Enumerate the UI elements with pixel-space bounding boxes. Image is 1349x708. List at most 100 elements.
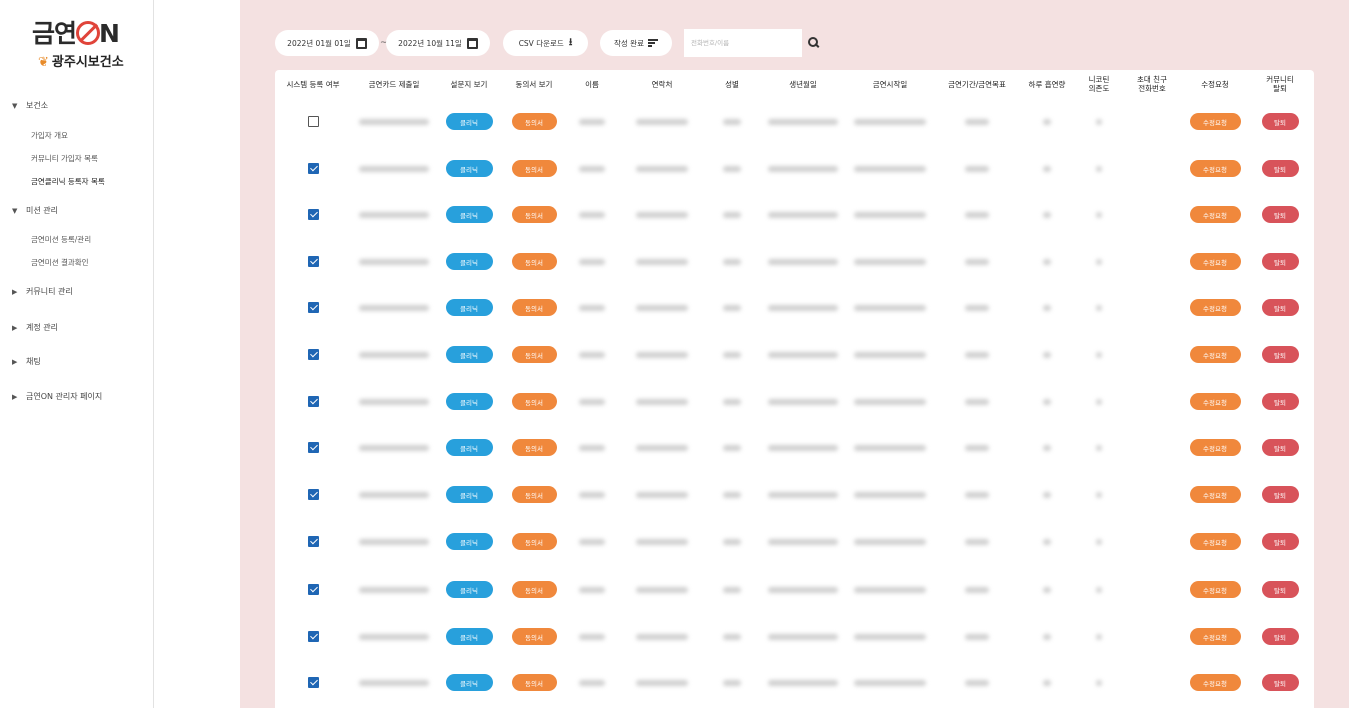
withdraw-button[interactable]: 탈퇴 <box>1261 581 1299 598</box>
consent-button[interactable]: 동의서 <box>511 346 557 363</box>
survey-button[interactable]: 클리닉 <box>445 113 493 130</box>
edit-request-button[interactable]: 수정요청 <box>1189 581 1241 598</box>
nav-section-chat[interactable]: ▶ 채팅 <box>12 356 41 367</box>
registered-checkbox[interactable] <box>307 209 319 220</box>
edit-request-button[interactable]: 수정요청 <box>1189 674 1241 691</box>
search-icon[interactable] <box>808 37 820 49</box>
withdraw-button[interactable]: 탈퇴 <box>1261 674 1299 691</box>
withdraw-cell: 탈퇴 <box>1250 659 1310 706</box>
withdraw-button[interactable]: 탈퇴 <box>1261 628 1299 645</box>
registered-checkbox[interactable] <box>307 396 319 407</box>
withdraw-button[interactable]: 탈퇴 <box>1261 346 1299 363</box>
withdraw-button[interactable]: 탈퇴 <box>1261 299 1299 316</box>
nav-section-health-center[interactable]: ▼ 보건소 <box>12 100 48 111</box>
redacted-value <box>723 679 741 686</box>
survey-button[interactable]: 클리닉 <box>445 581 493 598</box>
consent-button[interactable]: 동의서 <box>511 160 557 177</box>
survey-button[interactable]: 클리닉 <box>445 393 493 410</box>
registered-checkbox[interactable] <box>307 116 319 127</box>
consent-button[interactable]: 동의서 <box>511 206 557 223</box>
consent-cell: 동의서 <box>504 191 564 238</box>
edit-request-button[interactable]: 수정요청 <box>1189 113 1241 130</box>
sort-button[interactable]: 작성 완료 <box>600 30 672 56</box>
nav-item-member-overview[interactable]: 가입자 개요 <box>31 130 68 141</box>
survey-button[interactable]: 클리닉 <box>445 160 493 177</box>
withdraw-button[interactable]: 탈퇴 <box>1261 253 1299 270</box>
registered-checkbox[interactable] <box>307 256 319 267</box>
survey-button[interactable]: 클리닉 <box>445 299 493 316</box>
survey-cell: 클리닉 <box>439 613 499 660</box>
registered-checkbox[interactable] <box>307 536 319 547</box>
edit-request-button[interactable]: 수정요청 <box>1189 206 1241 223</box>
consent-button[interactable]: 동의서 <box>511 299 557 316</box>
edit-request-button[interactable]: 수정요청 <box>1189 393 1241 410</box>
contact-cell <box>633 613 691 660</box>
survey-button[interactable]: 클리닉 <box>445 346 493 363</box>
registered-checkbox[interactable] <box>307 442 319 453</box>
edit-request-button[interactable]: 수정요청 <box>1189 160 1241 177</box>
withdraw-button[interactable]: 탈퇴 <box>1261 160 1299 177</box>
logo-title: 금연 N <box>32 19 120 48</box>
card-submit-date-cell <box>356 424 432 471</box>
consent-button[interactable]: 동의서 <box>511 253 557 270</box>
consent-button[interactable]: 동의서 <box>511 439 557 456</box>
logo[interactable]: 금연 N ❦ 광주시보건소 <box>30 14 140 70</box>
redacted-value <box>636 304 688 311</box>
birthdate-cell <box>765 145 841 192</box>
consent-button[interactable]: 동의서 <box>511 113 557 130</box>
consent-button[interactable]: 동의서 <box>511 393 557 410</box>
consent-button[interactable]: 동의서 <box>511 533 557 550</box>
registered-checkbox[interactable] <box>307 349 319 360</box>
registered-checkbox[interactable] <box>307 163 319 174</box>
withdraw-button[interactable]: 탈퇴 <box>1261 486 1299 503</box>
withdraw-button[interactable]: 탈퇴 <box>1261 439 1299 456</box>
edit-request-button[interactable]: 수정요청 <box>1189 253 1241 270</box>
nav-item-community-members[interactable]: 커뮤니티 가입자 목록 <box>31 153 98 164</box>
redacted-value <box>965 398 989 405</box>
registered-checkbox[interactable] <box>307 584 319 595</box>
contact-cell <box>633 471 691 518</box>
withdraw-button[interactable]: 탈퇴 <box>1261 393 1299 410</box>
edit-request-button[interactable]: 수정요청 <box>1189 628 1241 645</box>
withdraw-button[interactable]: 탈퇴 <box>1261 206 1299 223</box>
consent-button[interactable]: 동의서 <box>511 486 557 503</box>
edit-request-button[interactable]: 수정요청 <box>1189 346 1241 363</box>
nav-section-admin[interactable]: ▶ 금연ON 관리자 페이지 <box>12 391 102 402</box>
registered-checkbox[interactable] <box>307 489 319 500</box>
registered-cell <box>303 659 323 706</box>
survey-button[interactable]: 클리닉 <box>445 533 493 550</box>
edit-request-button[interactable]: 수정요청 <box>1189 439 1241 456</box>
end-date-picker[interactable]: 2022년 10월 11일 <box>386 30 490 56</box>
nav-section-account[interactable]: ▶ 계정 관리 <box>12 322 58 333</box>
edit-request-cell: 수정요청 <box>1185 331 1245 378</box>
redacted-value <box>1096 304 1102 311</box>
nav-section-community[interactable]: ▶ 커뮤니티 관리 <box>12 286 73 297</box>
start-date-picker[interactable]: 2022년 01월 01일 <box>275 30 379 56</box>
survey-button[interactable]: 클리닉 <box>445 674 493 691</box>
edit-request-button[interactable]: 수정요청 <box>1189 533 1241 550</box>
survey-button[interactable]: 클리닉 <box>445 486 493 503</box>
edit-request-button[interactable]: 수정요청 <box>1189 486 1241 503</box>
survey-button[interactable]: 클리닉 <box>445 253 493 270</box>
redacted-value <box>1043 351 1051 358</box>
edit-request-button[interactable]: 수정요청 <box>1189 299 1241 316</box>
survey-button[interactable]: 클리닉 <box>445 206 493 223</box>
redacted-value <box>768 586 838 593</box>
survey-button[interactable]: 클리닉 <box>445 439 493 456</box>
nav-item-mission-manage[interactable]: 금연미션 등록/관리 <box>31 234 91 245</box>
withdraw-button[interactable]: 탈퇴 <box>1261 533 1299 550</box>
consent-button[interactable]: 동의서 <box>511 628 557 645</box>
search-input[interactable] <box>684 29 802 57</box>
registered-checkbox[interactable] <box>307 631 319 642</box>
survey-button[interactable]: 클리닉 <box>445 628 493 645</box>
nav-section-mission[interactable]: ▼ 미션 관리 <box>12 205 58 216</box>
nav-item-mission-results[interactable]: 금연미션 결과확인 <box>31 257 89 268</box>
registered-checkbox[interactable] <box>307 302 319 313</box>
quit-period-cell <box>962 331 992 378</box>
registered-checkbox[interactable] <box>307 677 319 688</box>
nav-item-clinic-registrants[interactable]: 금연클리닉 등록자 목록 <box>31 176 105 187</box>
consent-button[interactable]: 동의서 <box>511 581 557 598</box>
withdraw-button[interactable]: 탈퇴 <box>1261 113 1299 130</box>
consent-button[interactable]: 동의서 <box>511 674 557 691</box>
csv-download-button[interactable]: CSV 다운로드 ⭳ <box>503 30 588 56</box>
